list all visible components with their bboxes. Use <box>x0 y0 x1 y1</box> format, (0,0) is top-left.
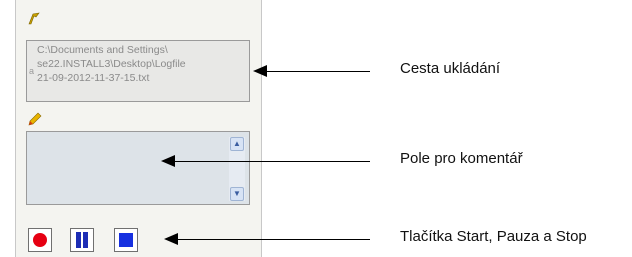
pause-icon <box>76 232 81 248</box>
pause-icon <box>83 232 88 248</box>
record-icon <box>33 233 47 247</box>
save-path-line-3: 21-09-2012-11-37-15.txt <box>37 72 150 84</box>
chevron-down-icon[interactable]: ▼ <box>230 187 244 201</box>
arrow-save-path <box>262 71 370 72</box>
stop-icon <box>119 233 133 247</box>
arrow-buttons <box>173 239 370 240</box>
label-comment: Pole pro komentář <box>400 150 523 167</box>
save-path-line-1: C:\Documents and Settings\ <box>37 44 168 56</box>
comment-field[interactable]: ▲ ▼ <box>26 131 250 205</box>
save-path-line-2: se22.INSTALL3\Desktop\Logfile <box>37 58 186 70</box>
label-save-path: Cesta ukládání <box>400 60 501 77</box>
chevron-up-icon[interactable]: ▲ <box>230 137 244 151</box>
label-buttons: Tlačítka Start, Pauza a Stop <box>400 228 587 245</box>
pause-button[interactable] <box>70 228 94 252</box>
recorder-panel: C:\Documents and Settings\ se22.INSTALL3… <box>15 0 262 257</box>
comment-scrollbar[interactable]: ▲ ▼ <box>229 137 245 201</box>
text-caret: a <box>29 66 35 76</box>
path-icon <box>28 12 40 25</box>
pencil-icon <box>28 112 42 126</box>
arrow-comment <box>170 161 370 162</box>
start-button[interactable] <box>28 228 52 252</box>
save-path-field[interactable]: C:\Documents and Settings\ se22.INSTALL3… <box>26 40 250 102</box>
stop-button[interactable] <box>114 228 138 252</box>
